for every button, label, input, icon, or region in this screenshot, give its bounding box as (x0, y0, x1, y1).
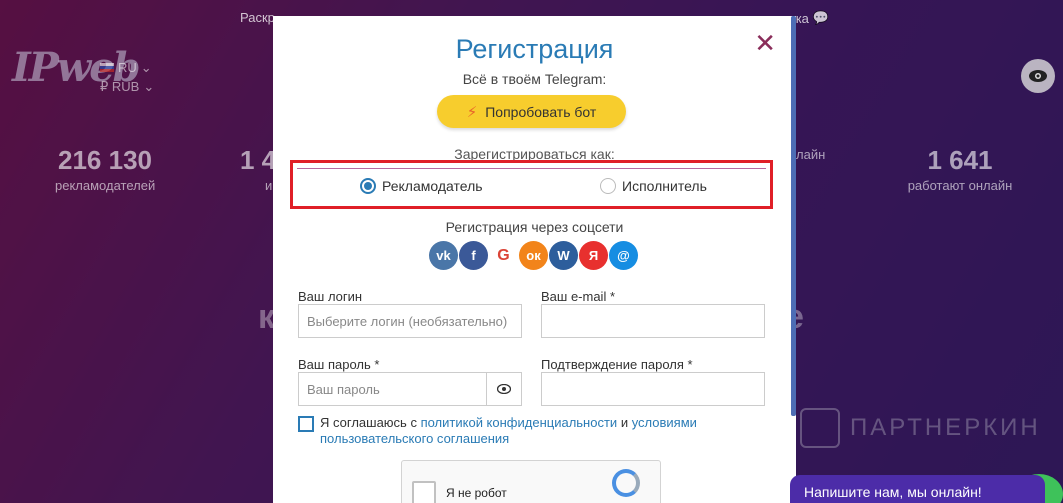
stat-online: 1 641 работают онлайн (905, 145, 1015, 193)
agree-checkbox[interactable] (298, 416, 314, 432)
stat-label: рекламодателей (55, 178, 156, 193)
chat-label: Напишите нам, мы онлайн! (804, 484, 982, 500)
stat-label: лайн (796, 147, 826, 162)
mailru-icon[interactable]: @ (609, 241, 638, 270)
chat-bubble-icon: 💬 (812, 10, 830, 25)
modal-scrollbar[interactable] (791, 16, 796, 416)
agreement: Я соглашаюсь с политикой конфиденциально… (298, 415, 796, 447)
odnoklassniki-icon[interactable]: ок (519, 241, 548, 270)
radio-selected-icon (360, 178, 376, 194)
google-icon[interactable]: G (489, 241, 518, 270)
agree-text: Я соглашаюсь с политикой конфиденциально… (320, 415, 796, 447)
top-nav-left[interactable]: Раскр (240, 10, 275, 25)
registration-modal: ✕ Регистрация Всё в твоём Telegram: ⚡ По… (273, 16, 796, 503)
webmoney-icon[interactable]: W (549, 241, 578, 270)
role-label: Рекламодатель (382, 178, 483, 194)
locale-switcher[interactable]: RU ⌄ ₽ RUB ⌄ (100, 58, 154, 96)
role-advertiser-radio[interactable]: Рекламодатель (360, 178, 483, 194)
captcha-label: Я не робот (446, 486, 507, 500)
facebook-icon[interactable]: f (459, 241, 488, 270)
yandex-icon[interactable]: Я (579, 241, 608, 270)
telegram-text: Всё в твоём Telegram: (462, 71, 607, 87)
watermark: ПАРТНЕРКИН (800, 408, 1041, 448)
login-input[interactable]: Выберите логин (необязательно) (298, 304, 522, 338)
role-label: Исполнитель (622, 178, 707, 194)
recaptcha: Я не робот (401, 460, 661, 503)
password-label: Ваш пароль * (298, 357, 380, 372)
captcha-checkbox[interactable] (412, 481, 436, 503)
chat-widget[interactable]: Напишите нам, мы онлайн! (790, 475, 1045, 503)
language-select[interactable]: RU (118, 58, 137, 77)
stat-number: 216 130 (58, 145, 152, 175)
lightning-icon: ⚡ (466, 103, 478, 121)
watermark-text: ПАРТНЕРКИН (850, 414, 1041, 441)
stat-number: 1 641 (927, 145, 993, 175)
confirm-password-label: Подтверждение пароля * (541, 357, 693, 372)
password-input[interactable]: Ваш пароль (298, 372, 487, 406)
recaptcha-icon (612, 469, 640, 497)
email-input[interactable] (541, 304, 765, 338)
email-label: Ваш e-mail * (541, 289, 616, 304)
social-buttons: vk f Gок W Я @ (429, 241, 638, 270)
chevron-down-icon: ⌄ (140, 60, 152, 75)
stat-partial-right: лайн (796, 145, 836, 162)
watermark-logo (800, 408, 840, 448)
chevron-down-icon: ⌄ (143, 79, 155, 94)
show-password-button[interactable] (486, 372, 522, 406)
stat-advertisers: 216 130 рекламодателей (55, 145, 155, 193)
confirm-password-input[interactable] (541, 372, 765, 406)
agree-prefix: Я соглашаюсь с (320, 415, 417, 430)
login-label: Ваш логин (298, 289, 363, 304)
radio-unselected-icon (600, 178, 616, 194)
agree-and: и (620, 415, 629, 430)
flag-icon (100, 63, 114, 72)
role-selector: Рекламодатель Исполнитель (290, 160, 773, 209)
try-bot-label: Попробовать бот (485, 103, 597, 120)
currency-select[interactable]: ₽ RUB (100, 77, 139, 96)
accessibility-eye-button[interactable] (1021, 59, 1055, 93)
role-performer-radio[interactable]: Исполнитель (600, 178, 707, 194)
privacy-policy-link[interactable]: политикой конфиденциальности (421, 415, 618, 430)
vk-icon[interactable]: vk (429, 241, 458, 270)
stat-label: работают онлайн (907, 178, 1013, 193)
eye-icon (1029, 70, 1047, 82)
social-title: Регистрация через соцсети (445, 219, 624, 235)
try-bot-button[interactable]: ⚡ Попробовать бот (437, 95, 626, 128)
modal-title: Регистрация (455, 34, 614, 64)
eye-icon (497, 384, 511, 394)
role-options: Рекламодатель Исполнитель (297, 168, 766, 202)
